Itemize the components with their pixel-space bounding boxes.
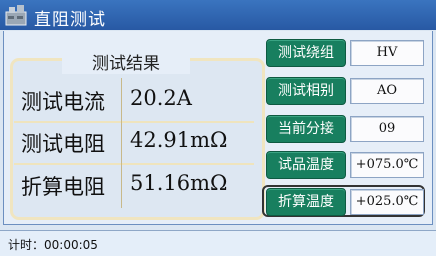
result-label: 测试电流 <box>21 90 105 114</box>
phase-value[interactable]: AO <box>350 78 424 104</box>
window-title: 直阻测试 <box>34 10 106 30</box>
winding-button[interactable]: 测试绕组 <box>266 39 346 67</box>
tap-value[interactable]: 09 <box>350 116 424 142</box>
result-row-current: 测试电流 20.2A <box>14 80 254 120</box>
sample-temp-value[interactable]: +075.0℃ <box>350 152 424 178</box>
result-label: 测试电阻 <box>21 132 105 156</box>
gear-app-icon <box>5 5 27 26</box>
result-row-resistance: 测试电阻 42.91mΩ <box>14 122 254 162</box>
result-row-converted: 折算电阻 51.16mΩ <box>14 165 254 205</box>
winding-value[interactable]: HV <box>350 40 424 66</box>
timer-text: 计时：00:00:05 <box>8 238 98 252</box>
result-value: 20.2A <box>130 86 192 110</box>
title-bar: 直阻测试 <box>0 0 436 30</box>
result-label: 折算电阻 <box>21 175 105 199</box>
result-value: 51.16mΩ <box>130 171 228 195</box>
column-divider <box>121 78 122 208</box>
result-value: 42.91mΩ <box>130 128 228 152</box>
phase-button[interactable]: 测试相别 <box>266 77 346 105</box>
conversion-temp-button[interactable]: 折算温度 <box>266 188 346 216</box>
tap-button[interactable]: 当前分接 <box>266 115 346 143</box>
conversion-temp-value[interactable]: +025.0℃ <box>350 189 424 215</box>
sample-temp-button[interactable]: 试品温度 <box>266 151 346 179</box>
result-title: 测试结果 <box>62 49 190 74</box>
status-bar: 计时：00:00:05 <box>0 230 436 256</box>
